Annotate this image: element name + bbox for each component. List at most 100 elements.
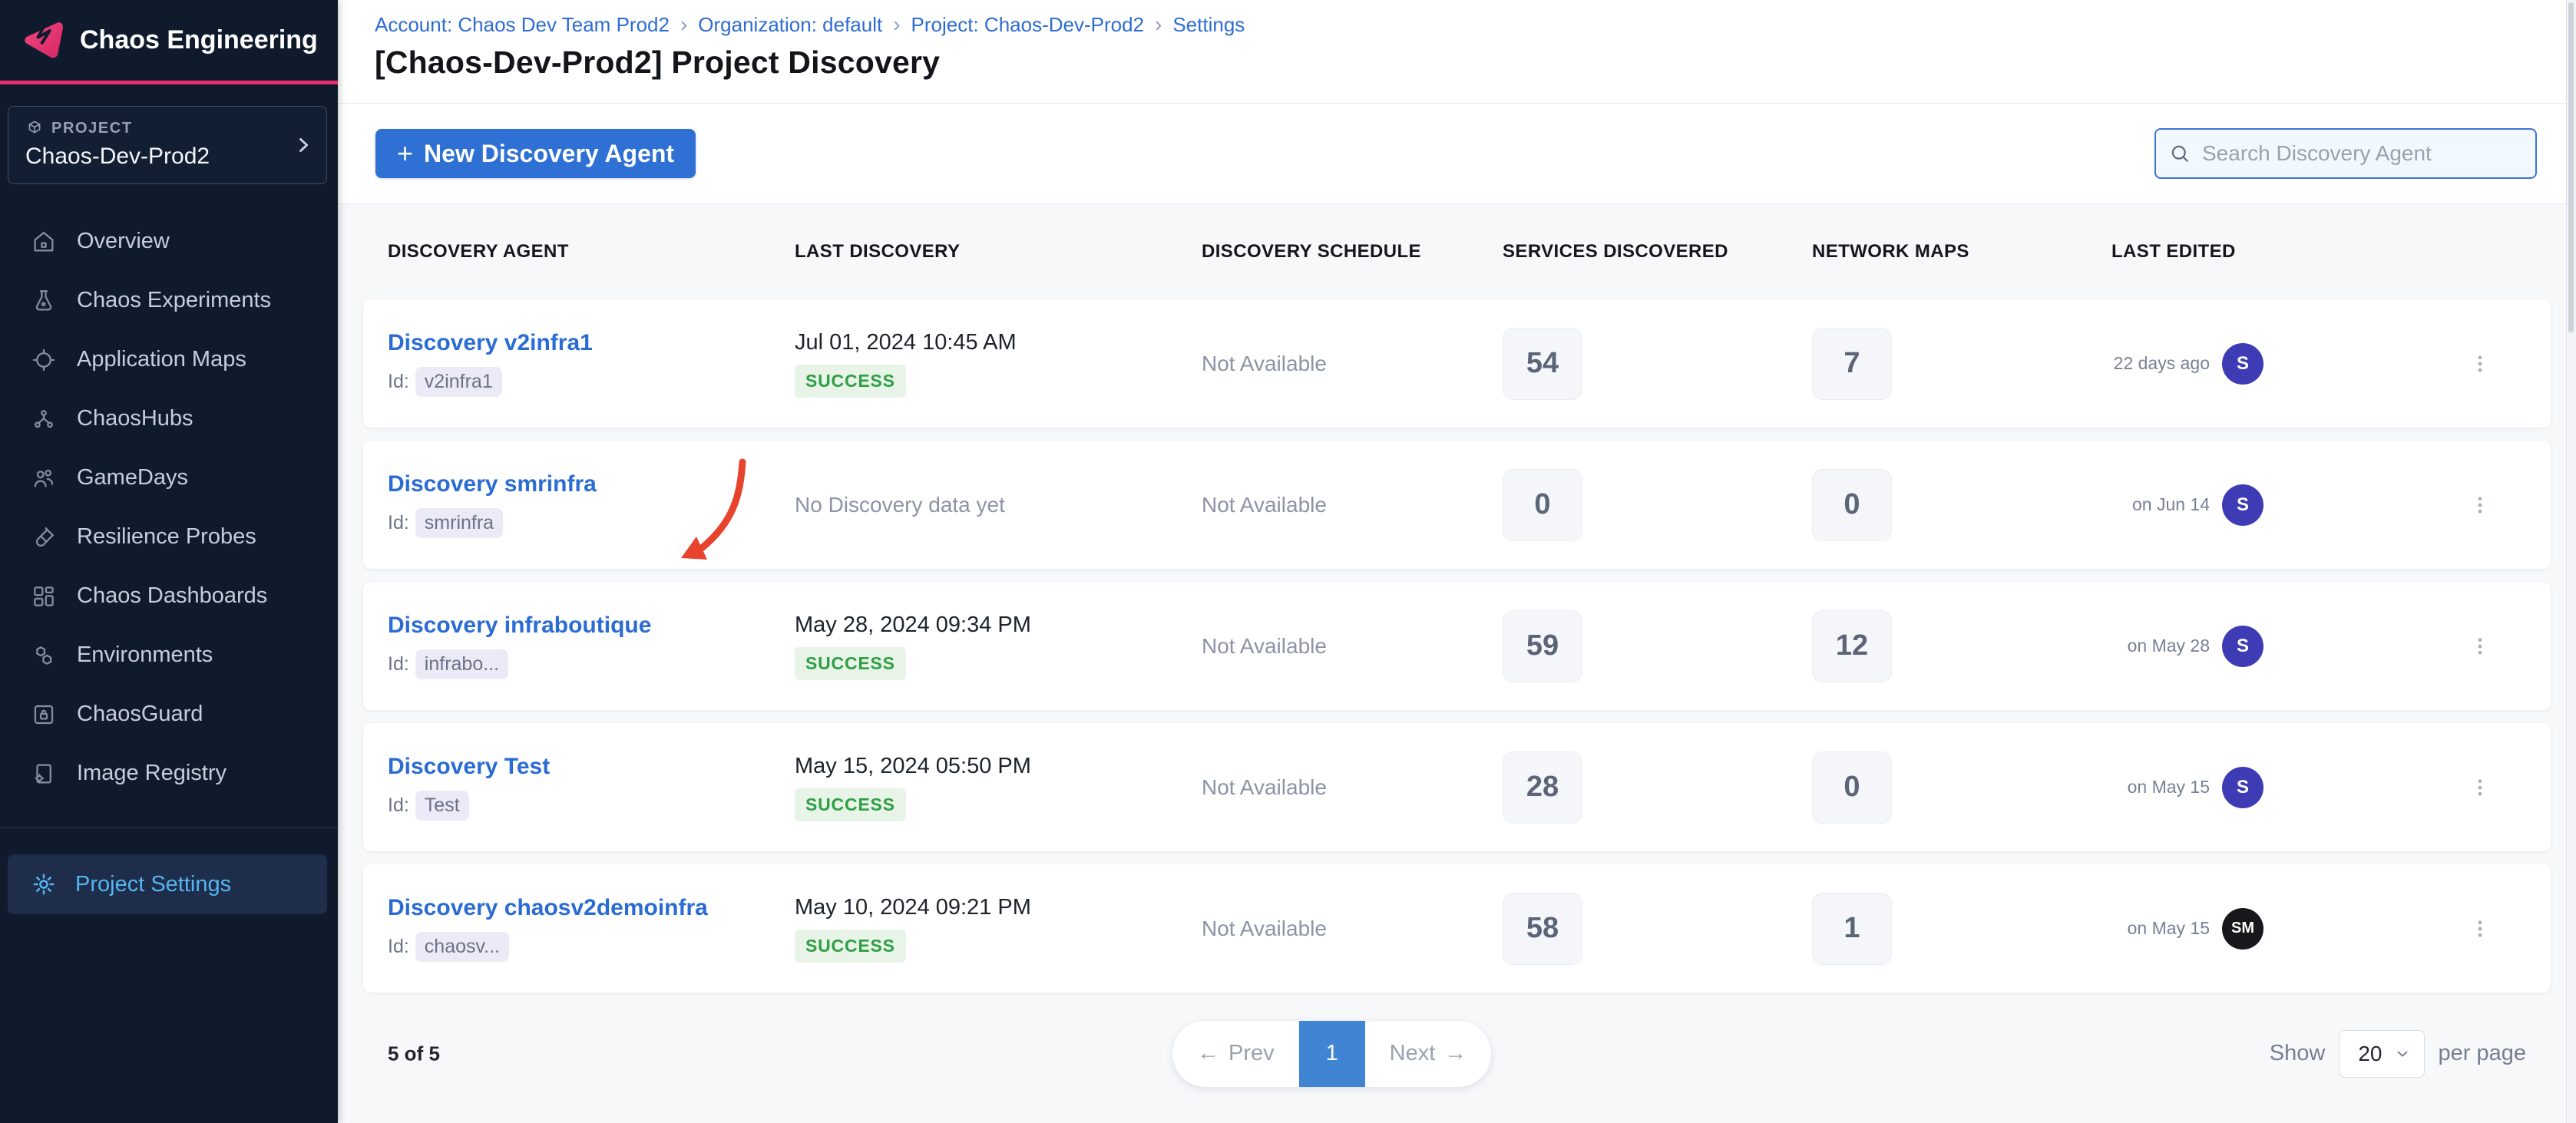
arrow-right-icon: →	[1444, 1041, 1467, 1066]
discovery-agent-table: DISCOVERY AGENTLAST DISCOVERYDISCOVERY S…	[338, 204, 2576, 1123]
avatar: S	[2222, 343, 2264, 385]
gear-icon	[31, 871, 57, 897]
app-title: Chaos Engineering	[80, 25, 318, 55]
scrollbar-thumb[interactable]	[2568, 2, 2574, 332]
network-maps-count: 0	[1812, 751, 1892, 824]
last-edited-text: on May 15	[2111, 918, 2210, 939]
sidebar-item-chaoshubs[interactable]: ChaosHubs	[0, 389, 338, 448]
table-header-row: DISCOVERY AGENTLAST DISCOVERYDISCOVERY S…	[363, 204, 2551, 299]
sidebar-item-overview[interactable]: Overview	[0, 212, 338, 271]
breadcrumb-link[interactable]: Organization: default	[698, 13, 882, 37]
dashboard-icon	[31, 583, 57, 609]
discovery-schedule-value: Not Available	[1202, 634, 1503, 659]
discovery-agent-link[interactable]: Discovery smrinfra	[388, 471, 795, 497]
page-size-control: Show 20 per page	[2270, 1030, 2526, 1078]
sidebar-item-label: ChaosHubs	[77, 406, 193, 431]
row-menu-button[interactable]	[2469, 631, 2492, 662]
registry-icon	[31, 761, 57, 787]
row-menu-button[interactable]	[2469, 913, 2492, 944]
arrow-left-icon: ←	[1197, 1041, 1219, 1066]
plus-icon: +	[397, 140, 413, 167]
discovery-agent-link[interactable]: Discovery infraboutique	[388, 613, 795, 639]
sidebar-item-chaosguard[interactable]: ChaosGuard	[0, 685, 338, 744]
sidebar-item-gamedays[interactable]: GameDays	[0, 448, 338, 507]
flask-icon	[31, 288, 57, 314]
search-input[interactable]	[2201, 140, 2535, 167]
sidebar-item-chaos-experiments[interactable]: Chaos Experiments	[0, 271, 338, 330]
page-size-select[interactable]: 20	[2339, 1030, 2424, 1078]
network-maps-count: 1	[1812, 893, 1892, 965]
target-icon	[31, 347, 57, 373]
project-selector[interactable]: PROJECT Chaos-Dev-Prod2	[8, 106, 327, 184]
sidebar-item-image-registry[interactable]: Image Registry	[0, 744, 338, 803]
discovery-schedule-value: Not Available	[1202, 493, 1503, 517]
column-header: DISCOVERY SCHEDULE	[1202, 241, 1503, 263]
row-menu-button[interactable]	[2469, 772, 2492, 803]
home-icon	[31, 229, 57, 255]
lock-icon	[31, 702, 57, 728]
breadcrumb-link[interactable]: Account: Chaos Dev Team Prod2	[375, 13, 670, 37]
breadcrumb: Account: Chaos Dev Team Prod2›Organizati…	[375, 12, 2576, 37]
agent-id-label: Id:	[388, 653, 409, 675]
column-header: SERVICES DISCOVERED	[1503, 241, 1812, 263]
new-discovery-agent-button[interactable]: + New Discovery Agent	[375, 129, 696, 178]
hexagons-icon	[31, 642, 57, 669]
row-menu-button[interactable]	[2469, 490, 2492, 520]
agent-id-label: Id:	[388, 794, 409, 817]
sidebar-item-chaos-dashboards[interactable]: Chaos Dashboards	[0, 566, 338, 626]
sidebar-item-application-maps[interactable]: Application Maps	[0, 330, 338, 389]
no-discovery-text: No Discovery data yet	[795, 493, 1005, 517]
discovery-schedule-value: Not Available	[1202, 917, 1503, 941]
status-badge: SUCCESS	[795, 365, 906, 398]
column-header: LAST DISCOVERY	[795, 241, 1202, 263]
discovery-agent-link[interactable]: Discovery chaosv2demoinfra	[388, 895, 795, 921]
agent-id-value: infrabo...	[415, 649, 508, 679]
breadcrumb-link[interactable]: Project: Chaos-Dev-Prod2	[911, 13, 1144, 37]
agent-id-label: Id:	[388, 371, 409, 393]
status-badge: SUCCESS	[795, 788, 906, 821]
column-header: DISCOVERY AGENT	[388, 241, 795, 263]
discovery-agent-link[interactable]: Discovery Test	[388, 754, 795, 780]
cube-icon	[25, 119, 44, 137]
agent-id-value: Test	[415, 791, 469, 821]
table-row: Discovery v2infra1 Id: v2infra1 Jul 01, …	[363, 299, 2551, 428]
prev-page-button[interactable]: ← Prev	[1172, 1021, 1299, 1087]
agent-id-label: Id:	[388, 936, 409, 958]
sidebar-item-project-settings[interactable]: Project Settings	[8, 854, 327, 914]
column-header: NETWORK MAPS	[1812, 241, 2111, 263]
last-edited-text: on Jun 14	[2111, 494, 2210, 515]
discovery-schedule-value: Not Available	[1202, 775, 1503, 800]
next-page-button[interactable]: Next →	[1365, 1021, 1492, 1087]
sidebar-item-label: Chaos Experiments	[77, 288, 271, 313]
sidebar-item-label: Environments	[77, 642, 213, 668]
pager: ← Prev 1 Next →	[1172, 1021, 1491, 1087]
sidebar-item-label: Application Maps	[77, 347, 246, 372]
sidebar-item-label: Overview	[77, 229, 170, 254]
sidebar-item-label: ChaosGuard	[77, 702, 203, 727]
per-page-label: per page	[2439, 1041, 2527, 1066]
last-discovery-date: Jul 01, 2024 10:45 AM	[795, 330, 1017, 355]
last-edited-text: on May 15	[2111, 777, 2210, 798]
new-discovery-agent-label: New Discovery Agent	[424, 140, 674, 168]
sidebar-item-environments[interactable]: Environments	[0, 626, 338, 685]
pagination-summary: 5 of 5	[388, 1042, 440, 1065]
scrollbar[interactable]	[2566, 0, 2576, 1123]
page-size-value: 20	[2358, 1042, 2382, 1066]
table-row: Discovery infraboutique Id: infrabo... M…	[363, 582, 2551, 710]
table-row: Discovery Test Id: Test May 15, 2024 05:…	[363, 723, 2551, 851]
services-discovered-count: 54	[1503, 328, 1582, 400]
discovery-agent-link[interactable]: Discovery v2infra1	[388, 330, 795, 356]
avatar: S	[2222, 767, 2264, 808]
network-maps-count: 7	[1812, 328, 1892, 400]
chevron-right-icon	[293, 133, 314, 157]
row-menu-button[interactable]	[2469, 348, 2492, 379]
page-header: Account: Chaos Dev Team Prod2›Organizati…	[338, 0, 2576, 104]
sidebar-item-label: Chaos Dashboards	[77, 583, 267, 609]
probe-icon	[31, 524, 57, 550]
sidebar-item-resilience-probes[interactable]: Resilience Probes	[0, 507, 338, 566]
last-edited-text: on May 28	[2111, 636, 2210, 656]
last-discovery-date: May 10, 2024 09:21 PM	[795, 895, 1031, 920]
pagination: 5 of 5 ← Prev 1 Next → Show 20	[363, 1009, 2551, 1098]
breadcrumb-link[interactable]: Settings	[1172, 13, 1245, 37]
page-number-button[interactable]: 1	[1299, 1021, 1365, 1087]
